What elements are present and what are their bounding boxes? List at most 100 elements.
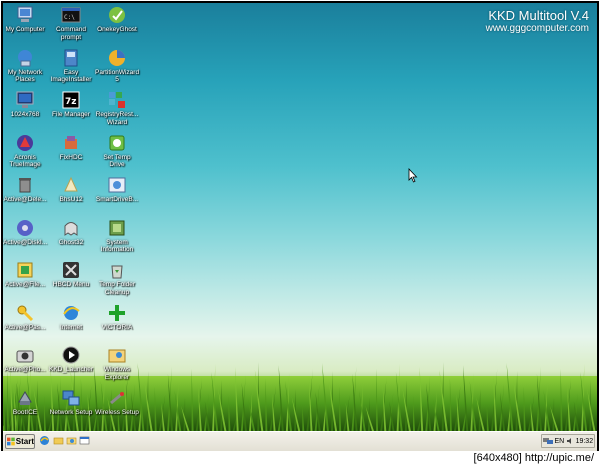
registry-icon bbox=[109, 92, 125, 108]
active-password-icon bbox=[17, 305, 34, 321]
desktop-icon[interactable]: BhsU12 bbox=[49, 175, 93, 204]
desktop-icon-label: FixHDC bbox=[59, 153, 83, 161]
desktop-icon[interactable]: PartitionWizard 5 bbox=[95, 48, 139, 84]
fixhdc-icon bbox=[65, 135, 77, 149]
desktop-icon[interactable]: Network Setup bbox=[49, 388, 93, 417]
desktop-icon-label: Active@DiskI... bbox=[3, 238, 48, 246]
network-setup-icon bbox=[62, 390, 80, 405]
desktop-icon[interactable]: System Information bbox=[95, 218, 139, 254]
desktop-icon-label: Command prompt bbox=[56, 26, 86, 41]
desktop-icon[interactable]: Ghost32 bbox=[49, 218, 93, 247]
quicklaunch-ie-icon[interactable] bbox=[39, 435, 50, 446]
active-disk-icon bbox=[17, 219, 33, 236]
desktop-icon[interactable]: Wireless Setup bbox=[95, 388, 139, 417]
desktop-icon-label: RegistryRest... Wizard bbox=[95, 111, 139, 126]
desktop-icon-label: Set Temp Drive bbox=[103, 153, 131, 169]
desktop-icon[interactable]: SmartDriveB... bbox=[95, 175, 139, 204]
desktop-icon[interactable]: 1024x768 bbox=[3, 90, 47, 119]
screenshot-frame: KKD Multitool V.4 www.gggcomputer.com My… bbox=[1, 1, 599, 451]
desktop-icon[interactable]: FixHDC bbox=[49, 133, 93, 162]
wireless-icon bbox=[110, 391, 124, 404]
desktop-icon-label: Wireless Setup bbox=[95, 408, 139, 416]
quicklaunch-folder-icon[interactable] bbox=[53, 435, 64, 446]
recycle-icon bbox=[111, 265, 123, 279]
desktop-icon-label: Ghost32 bbox=[58, 238, 84, 246]
system-tray: EN 19:32 bbox=[541, 434, 595, 448]
active-file-icon bbox=[17, 262, 33, 278]
temp-drive-icon bbox=[109, 135, 125, 150]
desktop-icon[interactable]: 7z File Manager bbox=[49, 90, 93, 119]
desktop-icon-label: Active@Pas... bbox=[4, 323, 46, 331]
volume-tray-icon[interactable] bbox=[566, 437, 574, 445]
camera-icon bbox=[16, 350, 34, 363]
desktop-icon[interactable]: My Network Places bbox=[3, 48, 47, 84]
clock[interactable]: 19:32 bbox=[576, 438, 594, 445]
brand-title: KKD Multitool V.4 bbox=[488, 8, 589, 23]
image-caption: [640x480] http://upic.me/ bbox=[473, 452, 594, 464]
command-prompt-icon: C:\ bbox=[61, 7, 81, 23]
desktop-icon-label: SmartDriveB... bbox=[95, 196, 139, 203]
desktop-icon-label: HBCD Menu bbox=[52, 281, 90, 288]
desktop-icon[interactable]: Active@File... bbox=[3, 260, 47, 289]
desktop-icon-label: Active@Dele... bbox=[3, 196, 47, 203]
windows-explorer-icon bbox=[108, 349, 126, 363]
desktop-icon-label: System Information bbox=[100, 238, 134, 254]
network-tray-icon[interactable] bbox=[542, 437, 553, 445]
desktop-icon-label: BhsU12 bbox=[59, 196, 83, 203]
windows-logo-icon bbox=[7, 437, 15, 446]
desktop-icon[interactable]: Easy ImageInstaller bbox=[49, 48, 93, 84]
victoria-icon bbox=[109, 304, 125, 321]
taskbar: Start EN 19:32 bbox=[3, 431, 597, 451]
desktop-icon-label: Easy ImageInstaller bbox=[50, 68, 92, 84]
desktop-icon-label: Internet bbox=[59, 323, 83, 331]
desktop-icon-label: 1024x768 bbox=[10, 111, 40, 118]
desktop[interactable]: KKD Multitool V.4 www.gggcomputer.com My… bbox=[3, 3, 597, 431]
desktop-icon[interactable]: OnekeyGhost bbox=[95, 5, 139, 34]
bhsu-icon bbox=[64, 176, 78, 192]
easy-image-installer-icon bbox=[64, 49, 78, 66]
partition-wizard-icon bbox=[109, 49, 125, 66]
desktop-icon[interactable]: BootICE bbox=[3, 388, 47, 417]
desktop-icon[interactable]: VICTORIA bbox=[95, 303, 139, 332]
desktop-icon[interactable]: C:\ Command prompt bbox=[49, 5, 93, 41]
desktop-icon[interactable]: RegistryRest... Wizard bbox=[95, 90, 139, 126]
quicklaunch-window-icon[interactable] bbox=[79, 435, 90, 446]
desktop-icon[interactable]: Active@Pho... bbox=[3, 345, 47, 374]
monitor-icon bbox=[16, 91, 34, 108]
active-delete-icon bbox=[19, 178, 31, 193]
desktop-icon[interactable]: Active@Pas... bbox=[3, 303, 47, 332]
desktop-icon-label: My Network Places bbox=[7, 68, 43, 84]
desktop-icon[interactable]: Active@Dele... bbox=[3, 175, 47, 204]
desktop-icon[interactable]: Acronis TrueImage bbox=[3, 133, 47, 169]
internet-explorer-icon bbox=[63, 305, 80, 320]
system-info-icon bbox=[109, 220, 125, 235]
desktop-icon-label: BootICE bbox=[12, 408, 38, 416]
desktop-icon[interactable]: HBCD Menu bbox=[49, 260, 93, 289]
desktop-icon[interactable]: KKD_Launcher bbox=[49, 345, 93, 374]
language-indicator[interactable]: EN bbox=[555, 438, 565, 445]
desktop-icon-label: Acronis TrueImage bbox=[9, 153, 41, 169]
start-button[interactable]: Start bbox=[5, 434, 35, 449]
desktop-icon[interactable]: Temp Folder Cleanup bbox=[95, 260, 139, 296]
onekeyghost-icon bbox=[109, 7, 125, 23]
desktop-icon[interactable]: Active@DiskI... bbox=[3, 218, 47, 247]
quicklaunch-explorer-icon[interactable] bbox=[66, 435, 77, 446]
desktop-icon-label: File Manager bbox=[52, 111, 90, 118]
desktop-icon[interactable]: My Computer bbox=[3, 5, 47, 34]
7zip-icon: 7z bbox=[62, 91, 80, 109]
svg-text:C:\: C:\ bbox=[64, 14, 75, 21]
desktop-icon-label: Temp Folder Cleanup bbox=[98, 281, 136, 296]
ghost32-icon bbox=[64, 221, 78, 236]
desktop-icon-label: VICTORIA bbox=[101, 323, 133, 331]
desktop-icon[interactable]: Internet bbox=[49, 303, 93, 332]
desktop-icon[interactable]: Windows Explorer bbox=[95, 345, 139, 381]
desktop-icon[interactable]: Set Temp Drive bbox=[95, 133, 139, 169]
desktop-icon-label: Active@File... bbox=[4, 281, 46, 288]
desktop-icon-label: KKD_Launcher bbox=[49, 366, 94, 373]
bootice-icon bbox=[18, 390, 32, 405]
brand-url: www.gggcomputer.com bbox=[485, 23, 589, 34]
mouse-cursor-icon bbox=[408, 168, 418, 183]
desktop-icon-label: Network Setup bbox=[49, 408, 93, 416]
network-places-icon bbox=[18, 49, 32, 66]
my-computer-icon bbox=[17, 6, 33, 22]
